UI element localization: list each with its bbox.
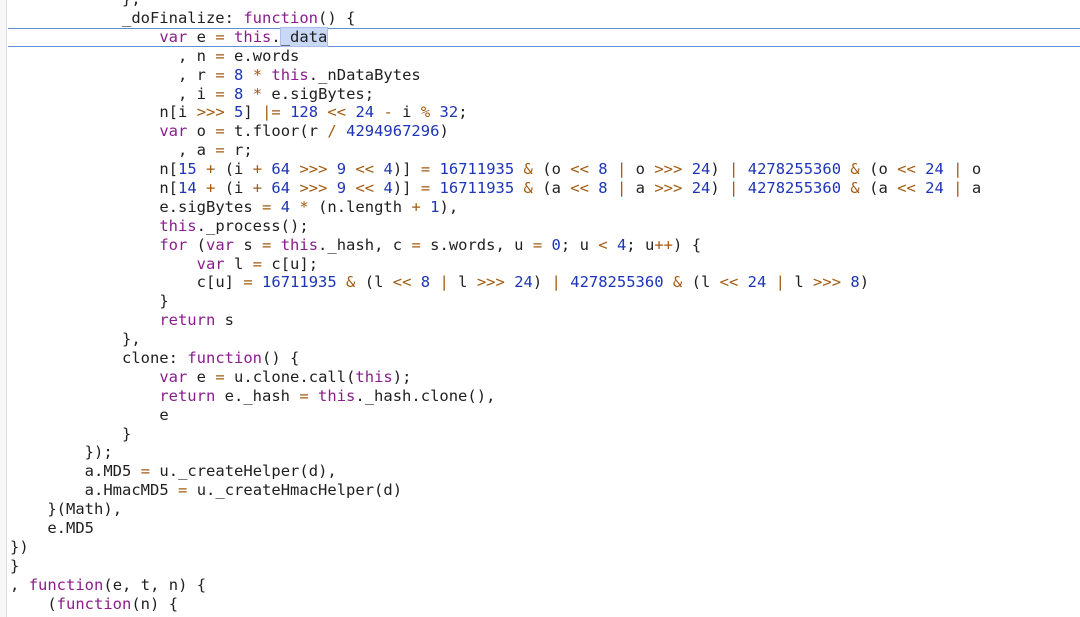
- code-line[interactable]: , n = e.words , n = e.words: [8, 47, 1080, 66]
- code-line[interactable]: , a = r; , a = r;: [8, 141, 1080, 160]
- code-line[interactable]: var l = c[u]; var l = c[u];: [8, 255, 1080, 274]
- code-line[interactable]: , function(e, t, n) {, function(e, t, n)…: [8, 576, 1080, 595]
- code-line[interactable]: return e._hash = this._hash.clone(), ret…: [8, 387, 1080, 406]
- code-line[interactable]: _doFinalize: function() { _doFinalize: f…: [8, 9, 1080, 28]
- code-line[interactable]: var e = u.clone.call(this); var e = u.cl…: [8, 368, 1080, 387]
- editor-gutter: [0, 0, 7, 617]
- code-line[interactable]: })}): [8, 538, 1080, 557]
- code-line[interactable]: } }: [8, 292, 1080, 311]
- code-line[interactable]: e e: [8, 406, 1080, 425]
- code-line[interactable]: }, },: [8, 0, 1080, 9]
- code-line[interactable]: n[14 + (i + 64 >>> 9 << 4)] = 16711935 &…: [8, 179, 1080, 198]
- code-line[interactable]: , r = 8 * this._nDataBytes , r = 8 * thi…: [8, 66, 1080, 85]
- code-line[interactable]: this._process(); this._process();: [8, 217, 1080, 236]
- code-line[interactable]: }(Math), }(Math),: [8, 500, 1080, 519]
- code-editor[interactable]: }, }, _doFinalize: function() { _doFinal…: [8, 0, 1080, 614]
- code-line[interactable]: c[u] = 16711935 & (l << 8 | l >>> 24) | …: [8, 273, 1080, 292]
- code-line[interactable]: n[i >>> 5] |= 128 << 24 - i % 32; n[i >>…: [8, 103, 1080, 122]
- code-line[interactable]: }, },: [8, 330, 1080, 349]
- code-line[interactable]: clone: function() { clone: function() {: [8, 349, 1080, 368]
- code-line[interactable]: var e = this._data var e = this._data: [8, 26, 1080, 47]
- code-line[interactable]: }}: [8, 557, 1080, 576]
- selected-token: _data: [279, 26, 329, 47]
- code-line[interactable]: for (var s = this._hash, c = s.words, u …: [8, 236, 1080, 255]
- code-line[interactable]: a.MD5 = u._createHelper(d), a.MD5 = u._c…: [8, 462, 1080, 481]
- code-line[interactable]: return s return s: [8, 311, 1080, 330]
- code-line[interactable]: a.HmacMD5 = u._createHmacHelper(d) a.Hma…: [8, 481, 1080, 500]
- code-line[interactable]: e.sigBytes = 4 * (n.length + 1), e.sigBy…: [8, 198, 1080, 217]
- code-line[interactable]: (function(n) { (function(n) {: [8, 595, 1080, 614]
- code-line[interactable]: }); });: [8, 443, 1080, 462]
- code-line[interactable]: var o = t.floor(r / 4294967296) var o = …: [8, 122, 1080, 141]
- code-line[interactable]: n[15 + (i + 64 >>> 9 << 4)] = 16711935 &…: [8, 160, 1080, 179]
- code-line[interactable]: e.MD5 e.MD5: [8, 519, 1080, 538]
- code-line[interactable]: , i = 8 * e.sigBytes; , i = 8 * e.sigByt…: [8, 85, 1080, 104]
- code-line[interactable]: } }: [8, 425, 1080, 444]
